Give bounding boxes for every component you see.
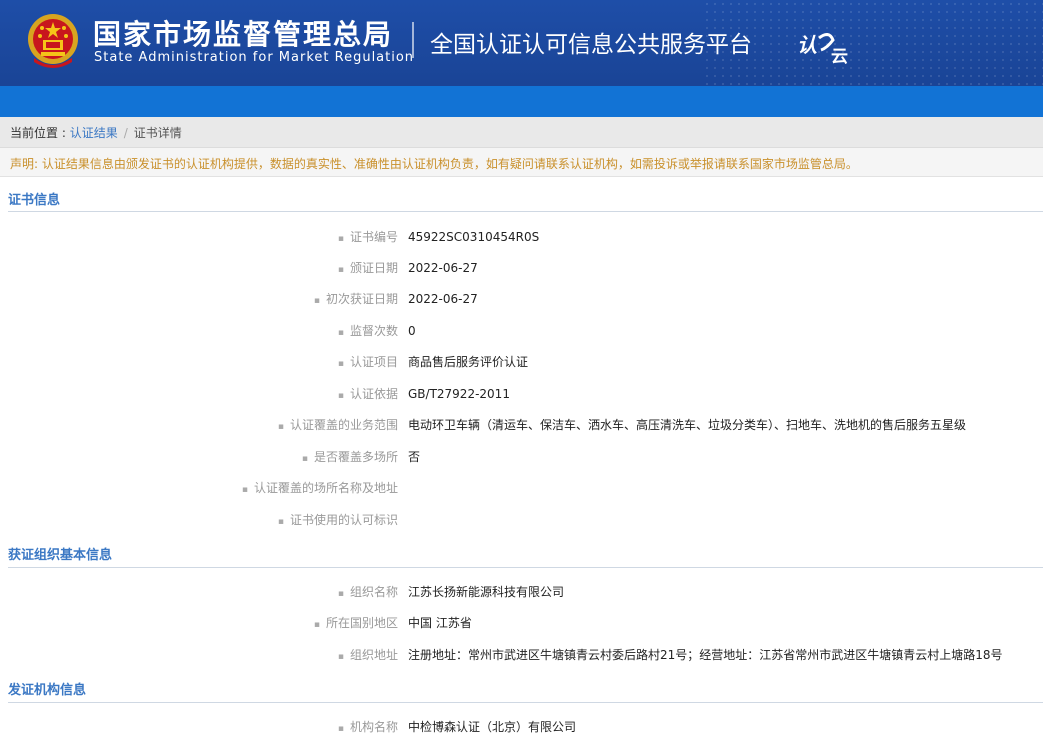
section-divider xyxy=(8,567,1043,568)
field-label: ▪ 证书使用的认可标识 xyxy=(277,513,398,527)
info-row: ▪ 认证项目 商品售后服务评价认证 xyxy=(0,352,1043,372)
info-row: ▪ 监督次数 0 xyxy=(0,321,1043,341)
main-nav-bar xyxy=(0,86,1043,117)
breadcrumb-link-results[interactable]: 认证结果 xyxy=(70,126,118,140)
field-value: 2022-06-27 xyxy=(408,261,478,275)
info-row: ▪ 机构名称 中检博森认证（北京）有限公司 xyxy=(0,717,1043,737)
field-value: 2022-06-27 xyxy=(408,292,478,306)
org-name-cn: 国家市场监督管理总局 xyxy=(93,18,394,51)
breadcrumb-bar: 当前位置 : 认证结果 / 证书详情 xyxy=(0,117,1043,148)
field-value: 45922SC0310454R0S xyxy=(408,230,540,244)
info-row: ▪ 认证依据 GB/T27922-2011 xyxy=(0,384,1043,404)
field-label: ▪ 颁证日期 xyxy=(337,261,398,275)
info-row: ▪ 认证覆盖的场所名称及地址 xyxy=(0,478,1043,498)
field-label: ▪ 认证覆盖的业务范围 xyxy=(277,418,398,432)
info-row: ▪ 证书编号 45922SC0310454R0S xyxy=(0,227,1043,247)
field-value: 江苏长扬新能源科技有限公司 xyxy=(408,585,565,599)
section-title-org: 获证组织基本信息 xyxy=(8,548,113,563)
platform-title: 全国认证认可信息公共服务平台 xyxy=(430,32,752,58)
site-header: 国家市场监督管理总局 State Administration for Mark… xyxy=(0,0,1043,86)
breadcrumb: 当前位置 : 认证结果 / 证书详情 xyxy=(10,124,182,141)
field-label: ▪ 认证依据 xyxy=(337,387,398,401)
field-label: ▪ 是否覆盖多场所 xyxy=(301,450,398,464)
field-label: ▪ 所在国别地区 xyxy=(313,616,398,630)
section-title-cert: 证书信息 xyxy=(8,193,61,208)
section-divider xyxy=(8,211,1043,212)
breadcrumb-separator: / xyxy=(123,126,128,140)
field-value: 否 xyxy=(408,450,421,464)
field-value: 电动环卫车辆（清运车、保洁车、洒水车、高压清洗车、垃圾分类车）、扫地车、洗地机的… xyxy=(408,418,967,432)
breadcrumb-prefix: 当前位置 : xyxy=(10,126,70,140)
field-label: ▪ 证书编号 xyxy=(337,230,398,244)
header-dot-pattern xyxy=(703,0,1043,86)
field-value: 商品售后服务评价认证 xyxy=(408,355,529,369)
info-row: ▪ 是否覆盖多场所 否 xyxy=(0,447,1043,467)
field-value: 注册地址：常州市武进区牛塘镇青云村委后路村21号；经营地址：江苏省常州市武进区牛… xyxy=(408,648,1003,662)
national-emblem-icon xyxy=(28,14,78,68)
field-label: ▪ 机构名称 xyxy=(337,720,398,734)
field-label: ▪ 初次获证日期 xyxy=(313,292,398,306)
platform-logo-icon: 认 云 xyxy=(797,33,848,64)
disclaimer-bar: 声明: 认证结果信息由颁发证书的认证机构提供，数据的真实性、准确性由认证机构负责… xyxy=(0,148,1043,177)
field-label: ▪ 组织名称 xyxy=(337,585,398,599)
section-divider xyxy=(8,702,1043,703)
section-title-issuer: 发证机构信息 xyxy=(8,683,87,698)
info-row: ▪ 颁证日期 2022-06-27 xyxy=(0,258,1043,278)
field-value: 中检博森认证（北京）有限公司 xyxy=(408,720,577,734)
field-label: ▪ 组织地址 xyxy=(337,648,398,662)
info-row: ▪ 组织名称 江苏长扬新能源科技有限公司 xyxy=(0,582,1043,602)
svg-text:云: 云 xyxy=(831,47,848,64)
header-divider xyxy=(412,22,414,58)
field-value: 0 xyxy=(408,324,416,338)
disclaimer-text: 声明: 认证结果信息由颁发证书的认证机构提供，数据的真实性、准确性由认证机构负责… xyxy=(10,157,858,171)
info-row: ▪ 证书使用的认可标识 xyxy=(0,510,1043,530)
info-row: ▪ 认证覆盖的业务范围 电动环卫车辆（清运车、保洁车、洒水车、高压清洗车、垃圾分类… xyxy=(0,415,1043,435)
info-row: ▪ 初次获证日期 2022-06-27 xyxy=(0,289,1043,309)
field-label: ▪ 认证覆盖的场所名称及地址 xyxy=(241,481,398,495)
field-label: ▪ 认证项目 xyxy=(337,355,398,369)
field-value: 中国 江苏省 xyxy=(408,616,472,630)
svg-text:认: 认 xyxy=(797,33,817,57)
field-label: ▪ 监督次数 xyxy=(337,324,398,338)
breadcrumb-current: 证书详情 xyxy=(133,126,182,140)
info-row: ▪ 所在国别地区 中国 江苏省 xyxy=(0,613,1043,633)
field-value: GB/T27922-2011 xyxy=(408,387,510,401)
org-name-en: State Administration for Market Regulati… xyxy=(94,50,415,65)
info-row: ▪ 组织地址 注册地址：常州市武进区牛塘镇青云村委后路村21号；经营地址：江苏省常… xyxy=(0,645,1043,665)
